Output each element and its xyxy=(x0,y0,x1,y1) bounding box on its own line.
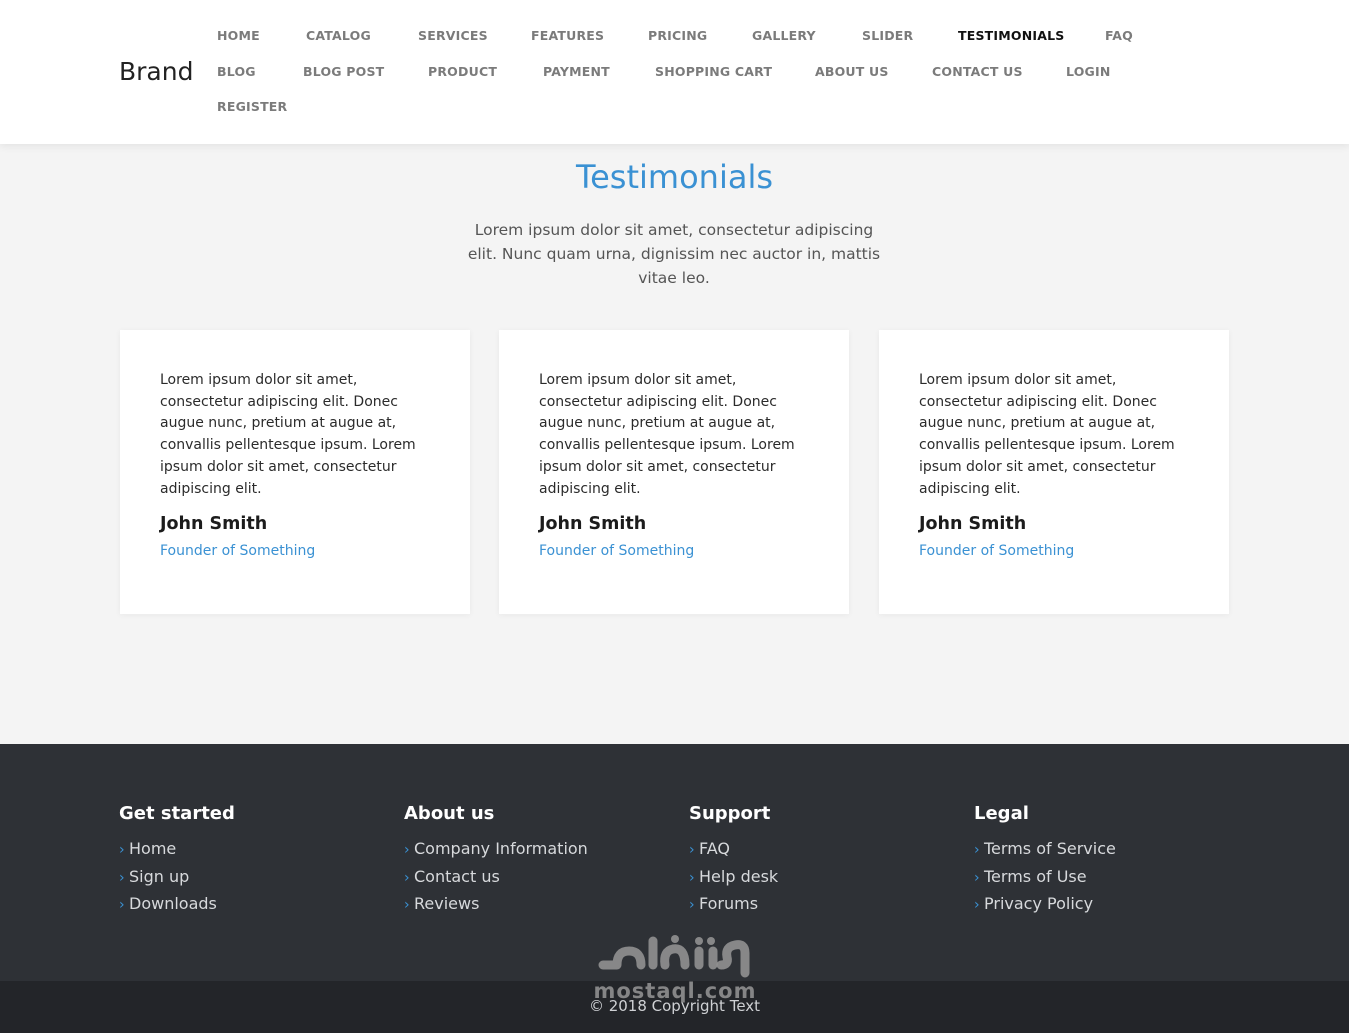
chevron-right-icon: › xyxy=(119,869,125,886)
chevron-right-icon: › xyxy=(689,842,695,858)
testimonial-author-role: Founder of Something xyxy=(539,543,695,559)
testimonial-author-name: John Smith xyxy=(160,514,268,534)
footer-link-company-information[interactable]: Company Information xyxy=(414,839,588,858)
testimonial-quote: Lorem ipsum dolor sit amet, consectetur … xyxy=(919,372,1175,497)
chevron-right-icon: › xyxy=(689,869,695,886)
footer-link-item: › Terms of Service xyxy=(974,835,1234,863)
nav-shopping-cart[interactable]: SHOPPING CART xyxy=(655,64,772,80)
nav-login[interactable]: LOGIN xyxy=(1066,64,1111,80)
footer-link-forums[interactable]: Forums xyxy=(699,894,758,913)
chevron-right-icon: › xyxy=(404,869,410,886)
testimonial-card: Lorem ipsum dolor sit amet, consectetur … xyxy=(120,330,470,614)
chevron-right-icon: › xyxy=(974,869,980,886)
nav-home[interactable]: HOME xyxy=(217,28,260,44)
footer-link-home[interactable]: Home xyxy=(129,839,176,858)
footer-column-about-us: About us › Company Information › Contact u… xyxy=(404,803,664,918)
testimonial-quote: Lorem ipsum dolor sit amet, consectetur … xyxy=(160,372,416,497)
nav-blog[interactable]: BLOG xyxy=(217,64,256,80)
footer-link-downloads[interactable]: Downloads xyxy=(129,894,217,913)
nav-payment[interactable]: PAYMENT xyxy=(543,64,610,80)
footer-column-get-started: Get started › Home › Sign up › Downloads xyxy=(119,803,379,918)
footer-link-terms-of-use[interactable]: Terms of Use xyxy=(984,867,1087,886)
footer-link-item: › Help desk xyxy=(689,863,949,891)
footer-link-item: › Downloads xyxy=(119,890,379,918)
footer-link-item: › FAQ xyxy=(689,835,949,863)
footer-link-item: › Company Information xyxy=(404,835,664,863)
chevron-right-icon: › xyxy=(404,842,410,858)
chevron-right-icon: › xyxy=(119,842,125,858)
footer-link-item: › Forums xyxy=(689,890,949,918)
nav-contact-us[interactable]: CONTACT US xyxy=(932,64,1023,80)
nav-blog-post[interactable]: BLOG POST xyxy=(303,64,384,80)
testimonial-quote: Lorem ipsum dolor sit amet, consectetur … xyxy=(539,372,795,497)
footer-column-support: Support › FAQ › Help desk › Forums xyxy=(689,803,949,918)
footer-link-faq[interactable]: FAQ xyxy=(699,839,730,858)
footer-link-contact-us[interactable]: Contact us xyxy=(414,867,500,886)
footer-link-item: › Privacy Policy xyxy=(974,890,1234,918)
brand-logo[interactable]: Brand xyxy=(119,57,193,86)
nav-features[interactable]: FEATURES xyxy=(531,28,604,44)
chevron-right-icon: › xyxy=(974,842,980,858)
footer-link-item: › Home xyxy=(119,835,379,863)
chevron-right-icon: › xyxy=(974,897,980,913)
footer-column-title: About us xyxy=(404,803,495,824)
footer-link-terms-of-service[interactable]: Terms of Service xyxy=(984,839,1116,858)
nav-product[interactable]: PRODUCT xyxy=(428,64,497,80)
chevron-right-icon: › xyxy=(404,897,410,913)
section-intro: Lorem ipsum dolor sit amet, consectetur … xyxy=(467,221,881,287)
footer-link-sign-up[interactable]: Sign up xyxy=(129,867,189,886)
site-header: Brand HOME CATALOG SERVICES FEATURES PRI… xyxy=(0,0,1349,144)
watermark-text: mostaql.com xyxy=(593,979,757,1003)
testimonial-author-name: John Smith xyxy=(919,514,1027,534)
footer-link-item: › Reviews xyxy=(404,890,664,918)
nav-gallery[interactable]: GALLERY xyxy=(752,28,816,44)
footer-link-help-desk[interactable]: Help desk xyxy=(699,867,778,886)
watermark-logo: mostaql.com xyxy=(590,935,760,1010)
section-title: Testimonials xyxy=(576,158,773,196)
footer-link-item: › Terms of Use xyxy=(974,863,1234,891)
chevron-right-icon: › xyxy=(689,897,695,913)
testimonial-card: Lorem ipsum dolor sit amet, consectetur … xyxy=(879,330,1229,614)
nav-register[interactable]: REGISTER xyxy=(217,99,287,115)
testimonial-author-role: Founder of Something xyxy=(919,543,1075,559)
nav-testimonials[interactable]: TESTIMONIALS xyxy=(958,28,1064,44)
footer-column-title: Get started xyxy=(119,803,235,824)
nav-slider[interactable]: SLIDER xyxy=(862,28,913,44)
nav-catalog[interactable]: CATALOG xyxy=(306,28,371,44)
testimonial-card: Lorem ipsum dolor sit amet, consectetur … xyxy=(499,330,849,614)
footer-link-reviews[interactable]: Reviews xyxy=(414,894,479,913)
nav-services[interactable]: SERVICES xyxy=(418,28,488,44)
testimonial-author-name: John Smith xyxy=(539,514,647,534)
footer-column-title: Support xyxy=(689,803,771,824)
testimonial-author-role: Founder of Something xyxy=(160,543,316,559)
footer-link-privacy-policy[interactable]: Privacy Policy xyxy=(984,894,1093,913)
chevron-right-icon: › xyxy=(119,897,125,913)
footer-link-item: › Contact us xyxy=(404,863,664,891)
nav-faq[interactable]: FAQ xyxy=(1105,28,1133,44)
footer-column-title: Legal xyxy=(974,803,1029,824)
mostaql-logo-icon xyxy=(598,935,750,978)
nav-about-us[interactable]: ABOUT US xyxy=(815,64,889,80)
nav-pricing[interactable]: PRICING xyxy=(648,28,707,44)
footer-column-legal: Legal › Terms of Service › Terms of Use › P… xyxy=(974,803,1234,918)
footer-link-item: › Sign up xyxy=(119,863,379,891)
